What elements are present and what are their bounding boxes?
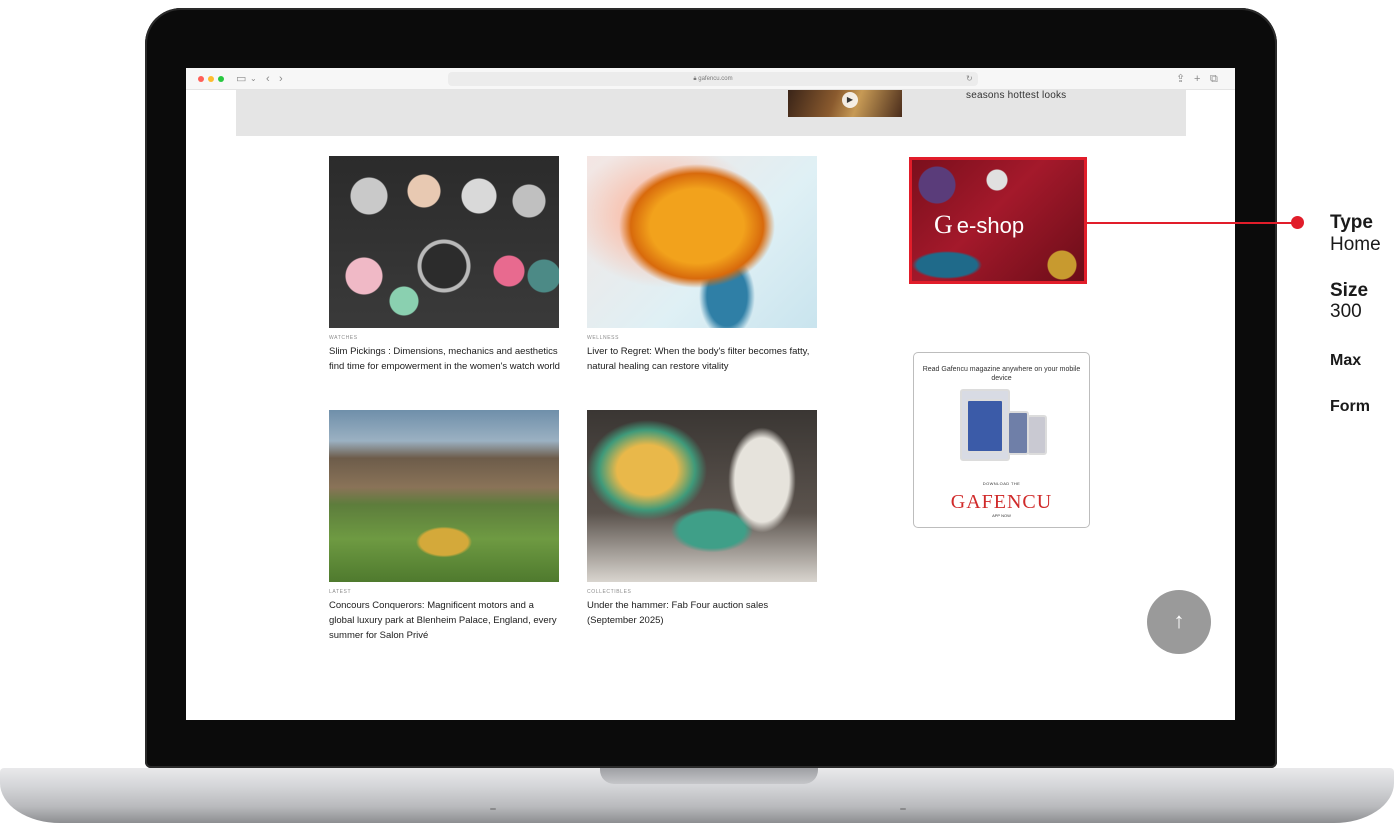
annotation-size-value: 300 <box>1330 301 1362 322</box>
share-icon[interactable]: ⇪ <box>1176 71 1185 87</box>
gafencu-logo: GAFENCU <box>950 491 1053 513</box>
browser-toolbar: ▭ ⌄ ‹ › 🔒︎ gafencu.com ↻ ⇪ + ⧉ <box>186 68 1235 90</box>
top-banner[interactable]: ▶ seasons hottest looks <box>236 90 1186 136</box>
laptop-screen: ▭ ⌄ ‹ › 🔒︎ gafencu.com ↻ ⇪ + ⧉ ▶ seasons… <box>186 68 1235 720</box>
article-category[interactable]: COLLECTIBLES <box>587 589 631 595</box>
callout-line <box>1085 222 1297 224</box>
annotation-type-value: Home <box>1330 234 1381 255</box>
magazine-app-ad[interactable]: Read Gafencu magazine anywhere on your m… <box>913 352 1090 528</box>
close-window-icon[interactable] <box>198 76 204 82</box>
eshop-text: e-shop <box>956 213 1025 238</box>
chevron-down-icon[interactable]: ⌄ <box>250 71 257 87</box>
article-category[interactable]: LATEST <box>329 589 351 595</box>
minimize-window-icon[interactable] <box>208 76 214 82</box>
annotation-size-label: Size <box>1330 280 1369 301</box>
article-category[interactable]: WATCHES <box>329 335 358 341</box>
banner-text[interactable]: seasons hottest looks <box>966 90 1066 101</box>
article-headline[interactable]: Slim Pickings : Dimensions, mechanics an… <box>329 344 561 374</box>
sidebar-toggle-icon[interactable]: ▭ <box>236 71 246 87</box>
tab-overview-icon[interactable]: ⧉ <box>1210 71 1218 87</box>
article-image-salon[interactable] <box>329 410 559 582</box>
laptop-notch <box>600 768 818 784</box>
annotation-type-label: Type <box>1330 212 1373 233</box>
eshop-ad-label: Ge-shop <box>934 210 1024 240</box>
laptop-foot <box>900 808 906 810</box>
app-now-label: APP NOW <box>992 513 1011 518</box>
article-image-auction[interactable] <box>587 410 817 582</box>
forward-icon[interactable]: › <box>279 71 283 87</box>
annotation-max-label: Max <box>1330 352 1362 369</box>
annotation-format-label: Form <box>1330 398 1370 415</box>
article-image-liver[interactable] <box>587 156 817 328</box>
article-headline[interactable]: Under the hammer: Fab Four auction sales… <box>587 598 819 628</box>
laptop-foot <box>490 808 496 810</box>
article-image-watches[interactable] <box>329 156 559 328</box>
article-headline[interactable]: Liver to Regret: When the body's filter … <box>587 344 819 374</box>
eshop-ad-banner[interactable]: Ge-shop <box>909 157 1087 284</box>
address-bar[interactable]: 🔒︎ gafencu.com <box>448 72 978 86</box>
magazine-cover-image <box>966 399 1004 453</box>
new-tab-icon[interactable]: + <box>1194 71 1200 87</box>
phone-mockup <box>1027 415 1047 455</box>
phone-mockup <box>1007 411 1029 455</box>
address-bar-url: gafencu.com <box>698 76 733 82</box>
maximize-window-icon[interactable] <box>218 76 224 82</box>
back-icon[interactable]: ‹ <box>266 71 270 87</box>
play-icon[interactable]: ▶ <box>842 92 858 108</box>
reload-icon[interactable]: ↻ <box>966 71 973 87</box>
scroll-to-top-button[interactable]: ↑ <box>1147 590 1211 654</box>
gafencu-logo-letter: G <box>934 210 953 239</box>
article-headline[interactable]: Concours Conquerors: Magnificent motors … <box>329 598 561 643</box>
magazine-ad-title: Read Gafencu magazine anywhere on your m… <box>922 366 1081 382</box>
article-category[interactable]: WELLNESS <box>587 335 619 341</box>
download-label: DOWNLOAD THE <box>982 481 1021 486</box>
callout-dot <box>1291 216 1304 229</box>
